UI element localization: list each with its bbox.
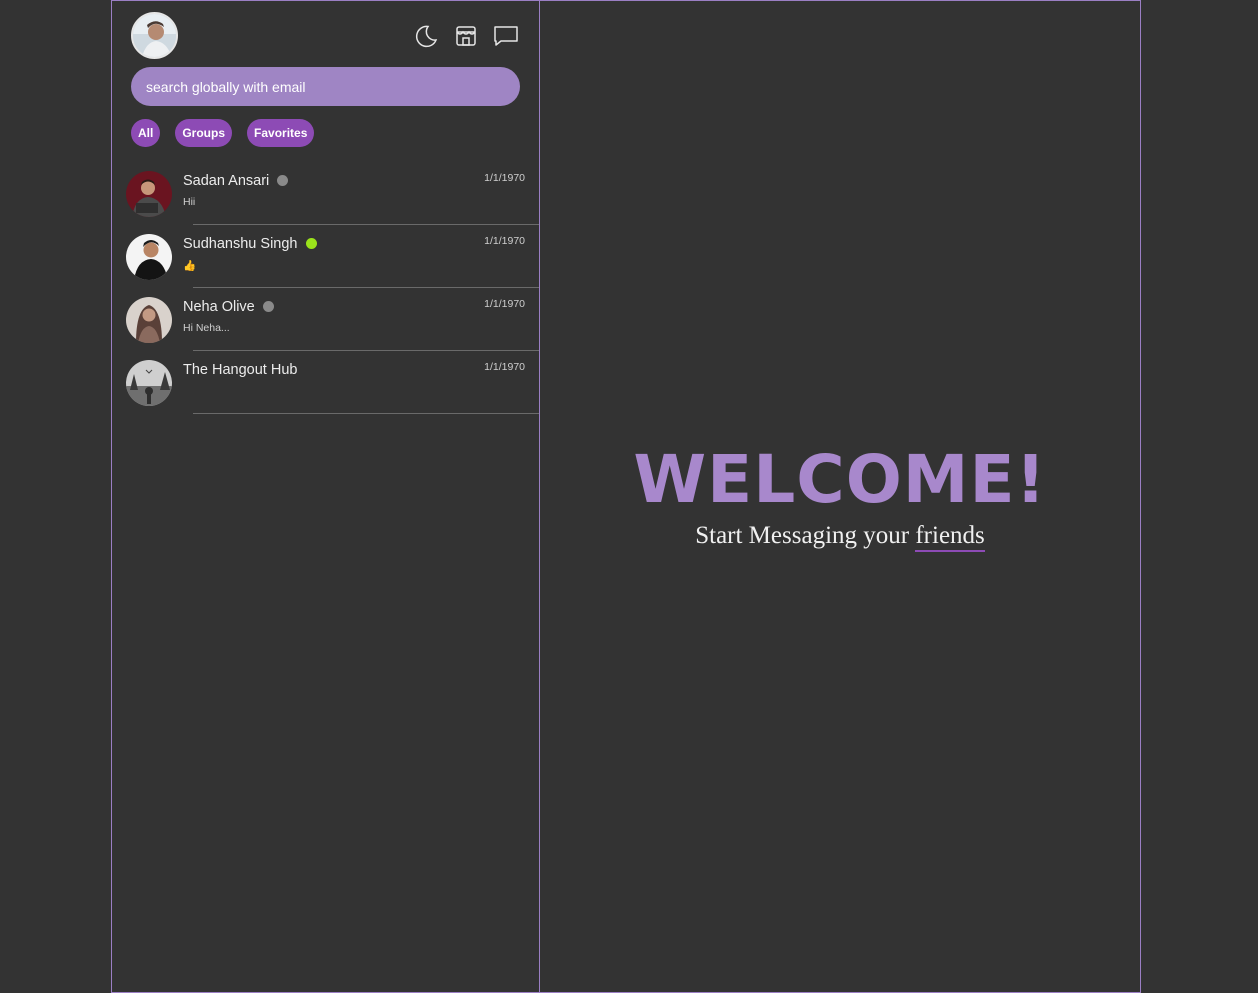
search-input[interactable] xyxy=(131,67,520,106)
avatar xyxy=(126,171,172,217)
my-profile-avatar[interactable] xyxy=(131,12,178,59)
main-panel: WELCOME! Start Messaging your friends xyxy=(540,1,1140,992)
chat-bubble-icon[interactable] xyxy=(493,23,519,49)
status-dot xyxy=(305,238,317,249)
chat-item-neha-olive[interactable]: Neha Olive Hi Neha... 1/1/1970 xyxy=(112,288,539,351)
moon-icon[interactable] xyxy=(413,23,439,49)
chat-preview: Hii xyxy=(183,196,196,208)
welcome-subtitle-text: Start Messaging your xyxy=(695,522,916,549)
chat-name-text: Neha Olive xyxy=(183,299,255,315)
chat-item-sudhanshu-singh[interactable]: Sudhanshu Singh 👍 1/1/1970 xyxy=(112,225,539,288)
chat-time: 1/1/1970 xyxy=(484,172,525,184)
chat-item-sadan-ansari[interactable]: Sadan Ansari Hii 1/1/1970 xyxy=(112,162,539,225)
welcome-subtitle-highlight: friends xyxy=(915,522,985,552)
welcome-subtitle: Start Messaging your friends xyxy=(540,522,1140,552)
filter-groups[interactable]: Groups xyxy=(175,119,233,147)
chat-time: 1/1/1970 xyxy=(484,361,525,373)
sidebar-header xyxy=(112,1,539,65)
chat-time: 1/1/1970 xyxy=(484,235,525,247)
group-avatar xyxy=(126,360,172,406)
filter-all[interactable]: All xyxy=(131,119,161,147)
welcome-section: WELCOME! Start Messaging your friends xyxy=(540,438,1140,552)
app-window: All Groups Favorites Sadan Ansari xyxy=(111,0,1141,993)
chat-name: Sadan Ansari xyxy=(183,173,289,189)
chat-time: 1/1/1970 xyxy=(484,298,525,310)
chat-name: The Hangout Hub xyxy=(183,362,297,378)
status-dot xyxy=(277,175,289,186)
sidebar: All Groups Favorites Sadan Ansari xyxy=(112,1,540,992)
divider xyxy=(193,413,539,414)
filter-favorites[interactable]: Favorites xyxy=(247,119,315,147)
chat-preview: Hi Neha... xyxy=(183,322,230,334)
welcome-title: WELCOME! xyxy=(633,441,1047,518)
chat-name-text: Sudhanshu Singh xyxy=(183,236,298,252)
avatar xyxy=(126,234,172,280)
chat-item-the-hangout-hub[interactable]: The Hangout Hub 1/1/1970 xyxy=(112,351,539,414)
filter-chips: All Groups Favorites xyxy=(131,119,315,147)
status-dot xyxy=(262,301,274,312)
chat-list: Sadan Ansari Hii 1/1/1970 Sudhanshu Sing xyxy=(112,162,539,414)
chat-name-text: Sadan Ansari xyxy=(183,173,270,189)
avatar xyxy=(126,297,172,343)
chat-name-text: The Hangout Hub xyxy=(183,362,298,378)
store-icon[interactable] xyxy=(453,23,479,49)
chat-preview: 👍 xyxy=(183,260,197,272)
chat-name: Sudhanshu Singh xyxy=(183,236,317,252)
chat-name: Neha Olive xyxy=(183,299,274,315)
